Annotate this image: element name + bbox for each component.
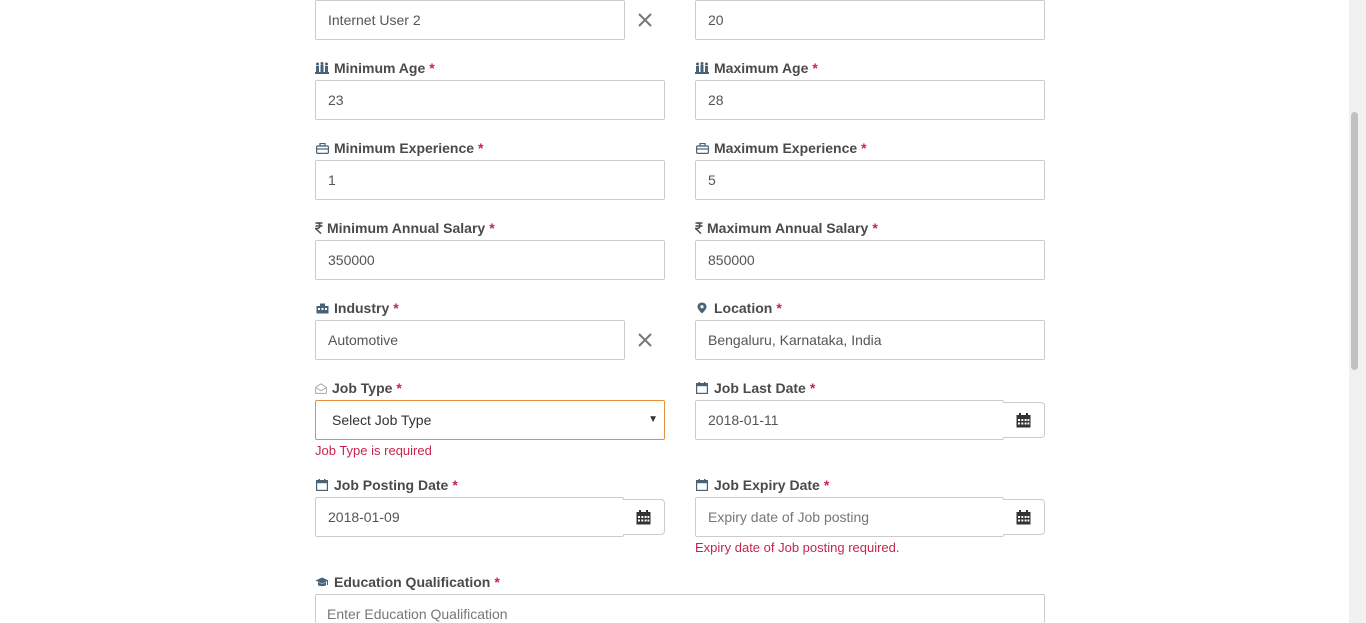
briefcase-icon (695, 141, 709, 155)
education-input[interactable]: Enter Education Qualification (315, 594, 1045, 623)
vertical-scrollbar[interactable] (1349, 0, 1366, 623)
job-posting-date-calendar-button[interactable] (623, 499, 665, 535)
calendar-icon (636, 509, 651, 524)
max-age-input[interactable]: 28 (695, 80, 1045, 120)
required-mark: * (489, 220, 495, 236)
job-posting-date-input[interactable]: 2018-01-09 (315, 497, 624, 537)
job-posting-date-label: Job Posting Date * (315, 476, 458, 494)
calendar-icon (1016, 509, 1031, 524)
building-icon (315, 301, 329, 315)
min-experience-label: Minimum Experience * (315, 139, 484, 157)
education-label: Education Qualification * (315, 573, 500, 591)
max-experience-text: Maximum Experience (714, 140, 858, 156)
graduation-cap-icon (315, 575, 329, 589)
job-post-form: Internet User 2 20 Minimum Age * 23 Maxi… (0, 0, 1366, 623)
job-last-date-text: Job Last Date (714, 380, 806, 396)
industry-label: Industry * (315, 299, 399, 317)
top-left-input[interactable]: Internet User 2 (315, 0, 625, 40)
max-salary-input[interactable]: 850000 (695, 240, 1045, 280)
required-mark: * (452, 477, 458, 493)
min-age-text: Minimum Age (334, 60, 426, 76)
required-mark: * (494, 574, 500, 590)
calendar-icon (695, 478, 709, 492)
top-right-input[interactable]: 20 (695, 0, 1045, 40)
map-marker-icon (695, 301, 709, 315)
job-type-error: Job Type is required (315, 443, 432, 458)
job-type-text: Job Type (332, 380, 393, 396)
max-experience-input[interactable]: 5 (695, 160, 1045, 200)
required-mark: * (429, 60, 435, 76)
rupee-icon (315, 221, 323, 235)
job-expiry-date-text: Job Expiry Date (714, 477, 820, 493)
job-expiry-date-calendar-button[interactable] (1003, 499, 1045, 535)
job-last-date-label: Job Last Date * (695, 379, 815, 397)
calendar-icon (695, 381, 709, 395)
industry-text: Industry (334, 300, 390, 316)
education-text: Education Qualification (334, 574, 491, 590)
caret-down-icon: ▼ (648, 414, 658, 425)
max-salary-text: Maximum Annual Salary (707, 220, 869, 236)
required-mark: * (809, 380, 816, 396)
min-salary-input[interactable]: 350000 (315, 240, 665, 280)
close-icon[interactable] (636, 331, 654, 349)
max-experience-label: Maximum Experience * (695, 139, 867, 157)
job-expiry-date-input[interactable]: Expiry date of Job posting (695, 497, 1004, 537)
required-mark: * (861, 140, 867, 156)
required-mark: * (478, 140, 484, 156)
job-posting-date-text: Job Posting Date (334, 477, 449, 493)
required-mark: * (812, 60, 818, 76)
required-mark: * (393, 300, 399, 316)
calendar-icon (1016, 412, 1031, 427)
job-type-select[interactable]: Select Job Type ▼ (315, 400, 665, 440)
job-expiry-date-error: Expiry date of Job posting required. (695, 540, 900, 555)
scrollbar-thumb[interactable] (1351, 112, 1358, 370)
envelope-open-icon (315, 381, 327, 395)
users-icon (315, 61, 329, 75)
required-mark: * (823, 477, 830, 493)
job-expiry-date-label: Job Expiry Date * (695, 476, 829, 494)
briefcase-icon (315, 141, 329, 155)
required-mark: * (776, 300, 782, 316)
location-label: Location * (695, 299, 782, 317)
location-input[interactable]: Bengaluru, Karnataka, India (695, 320, 1045, 360)
min-experience-text: Minimum Experience (334, 140, 475, 156)
required-mark: * (396, 380, 402, 396)
min-salary-label: Minimum Annual Salary * (315, 219, 495, 237)
rupee-icon (695, 221, 703, 235)
close-icon[interactable] (636, 11, 654, 29)
max-age-label: Maximum Age * (695, 59, 818, 77)
users-icon (695, 61, 709, 75)
job-last-date-input[interactable]: 2018-01-11 (695, 400, 1004, 440)
max-age-text: Maximum Age (714, 60, 809, 76)
min-age-label: Minimum Age * (315, 59, 435, 77)
min-age-input[interactable]: 23 (315, 80, 665, 120)
max-salary-label: Maximum Annual Salary * (695, 219, 878, 237)
job-type-selected: Select Job Type (332, 412, 432, 428)
calendar-icon (315, 478, 329, 492)
min-salary-text: Minimum Annual Salary (327, 220, 486, 236)
industry-input[interactable]: Automotive (315, 320, 625, 360)
job-type-label: Job Type * (315, 379, 402, 397)
required-mark: * (872, 220, 878, 236)
min-experience-input[interactable]: 1 (315, 160, 665, 200)
job-last-date-calendar-button[interactable] (1003, 402, 1045, 438)
location-text: Location (714, 300, 773, 316)
